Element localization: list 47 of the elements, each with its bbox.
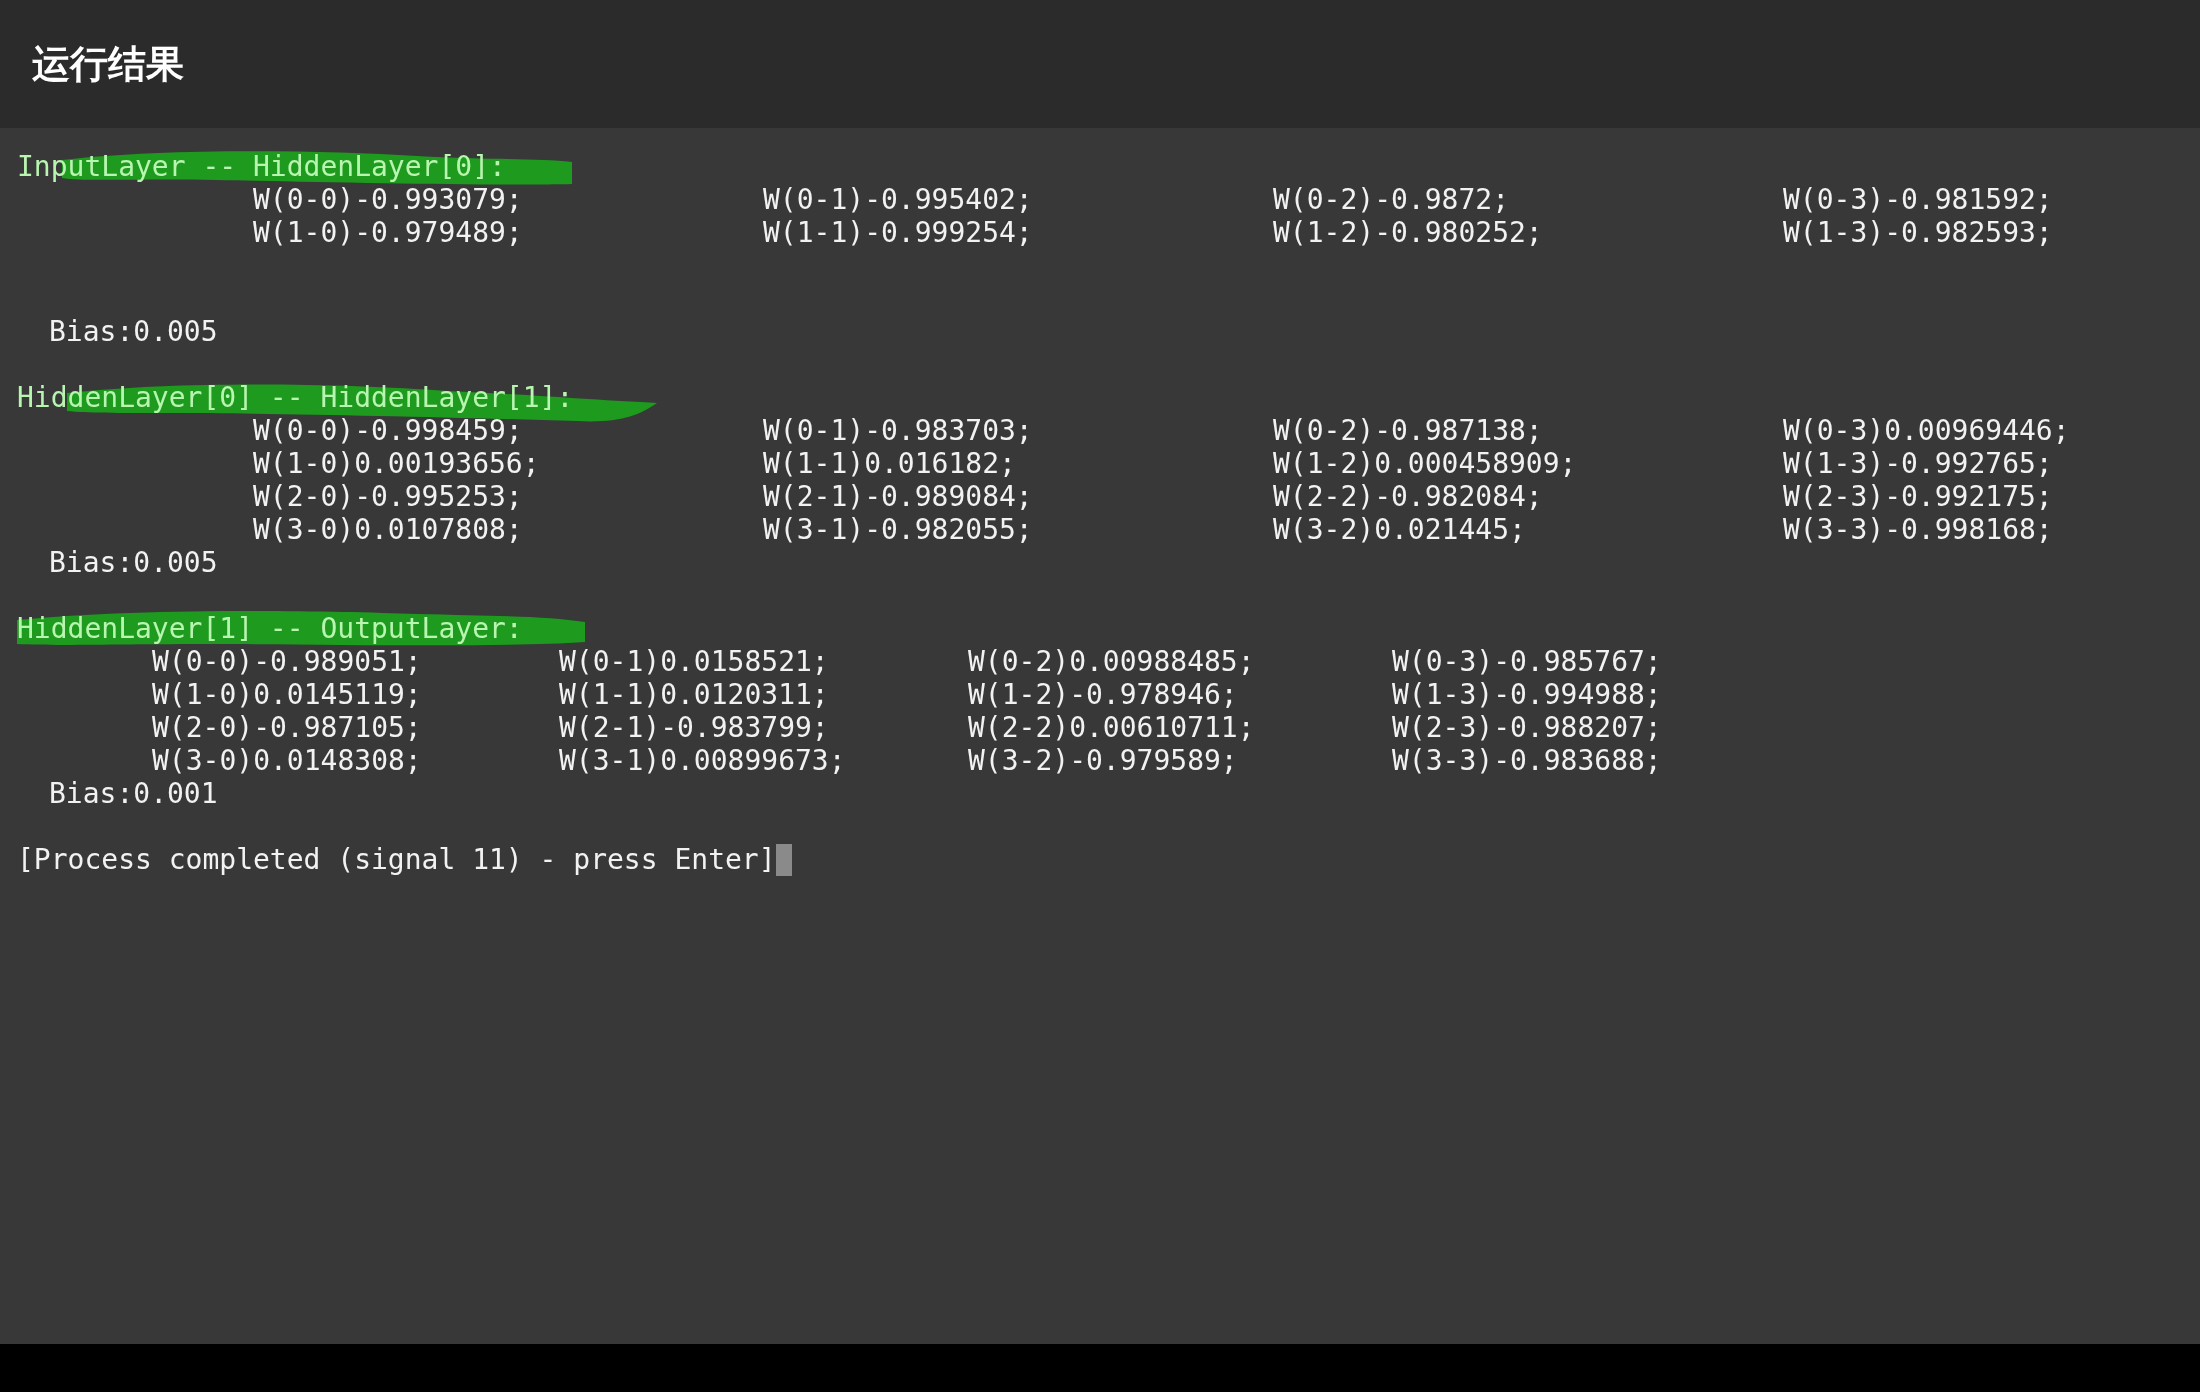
weight-value: W(0-0)-0.993079; [253,183,523,216]
process-status: [Process completed (signal 11) - press Enter] [17,843,776,876]
weight-value: W(2-3)-0.992175; [1783,480,2053,513]
bias-value: Bias:0.005 [49,546,218,579]
weight-value: W(1-3)-0.994988; [1392,678,1662,711]
weight-value: W(1-2)-0.980252; [1273,216,1543,249]
weight-value: W(2-1)-0.989084; [763,480,1033,513]
bias-value: Bias:0.001 [49,777,218,810]
weight-value: W(0-2)-0.9872; [1273,183,1509,216]
text-cursor [775,843,792,876]
weight-value: W(3-3)-0.998168; [1783,513,2053,546]
weight-value: W(2-2)-0.982084; [1273,480,1543,513]
weight-value: W(0-2)0.00988485; [968,645,1255,678]
weight-value: W(2-3)-0.988207; [1392,711,1662,744]
weight-value: W(1-0)0.00193656; [253,447,540,480]
weight-value: W(0-2)-0.987138; [1273,414,1543,447]
weight-value: W(1-1)0.016182; [763,447,1016,480]
weight-value: W(1-3)-0.992765; [1783,447,2053,480]
weight-value: W(3-2)0.021445; [1273,513,1526,546]
weight-value: W(3-0)0.0148308; [152,744,422,777]
weight-value: W(3-0)0.0107808; [253,513,523,546]
weight-value: W(1-1)-0.999254; [763,216,1033,249]
weight-value: W(0-1)0.0158521; [559,645,829,678]
weight-value: W(3-1)-0.982055; [763,513,1033,546]
weight-value: W(0-1)-0.983703; [763,414,1033,447]
weight-value: W(0-3)-0.981592; [1783,183,2053,216]
weight-value: W(2-0)-0.987105; [152,711,422,744]
weight-value: W(1-0)0.0145119; [152,678,422,711]
section-heading: HiddenLayer[1] -- OutputLayer: [17,612,523,645]
weight-value: W(0-0)-0.998459; [253,414,523,447]
window-title: 运行结果 [32,40,184,88]
weight-value: W(1-0)-0.979489; [253,216,523,249]
weight-value: W(0-3)-0.985767; [1392,645,1662,678]
weight-value: W(0-3)0.00969446; [1783,414,2070,447]
weight-value: W(1-2)0.000458909; [1273,447,1577,480]
weight-value: W(2-0)-0.995253; [253,480,523,513]
weight-value: W(2-1)-0.983799; [559,711,829,744]
weight-value: W(1-3)-0.982593; [1783,216,2053,249]
weight-value: W(1-2)-0.978946; [968,678,1238,711]
bias-value: Bias:0.005 [49,315,218,348]
weight-value: W(0-0)-0.989051; [152,645,422,678]
weight-value: W(0-1)-0.995402; [763,183,1033,216]
weight-value: W(2-2)0.00610711; [968,711,1255,744]
weight-value: W(3-3)-0.983688; [1392,744,1662,777]
weight-value: W(3-1)0.00899673; [559,744,846,777]
weight-value: W(3-2)-0.979589; [968,744,1238,777]
weight-value: W(1-1)0.0120311; [559,678,829,711]
